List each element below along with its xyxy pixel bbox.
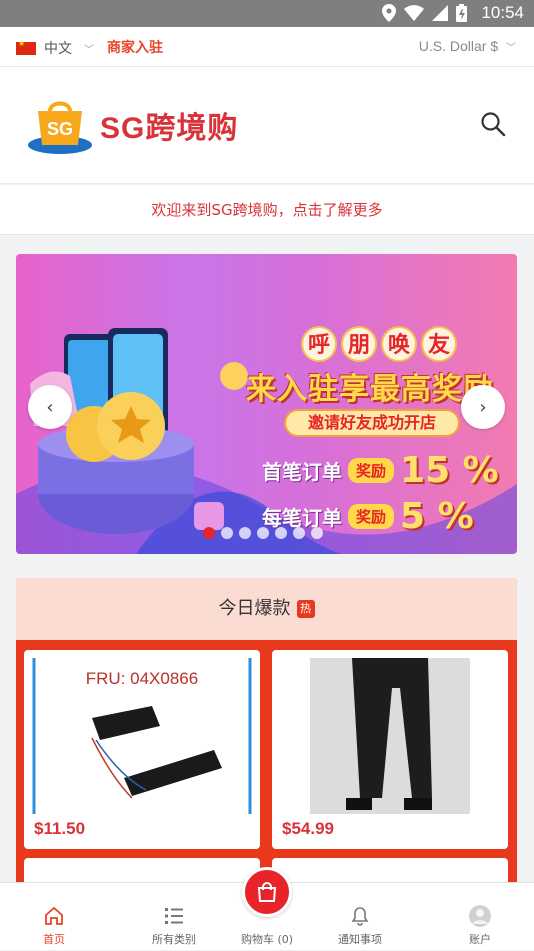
banner-title-circles: 呼 朋 唤 友 [301,326,457,362]
currency-label: U.S. Dollar $ [418,38,499,54]
home-icon [45,906,63,925]
avatar-icon [469,905,491,927]
carousel-dot[interactable] [257,527,269,539]
language-selector[interactable]: 中文 ﹀ [16,38,94,58]
status-icons: 10:54 [382,3,524,23]
carousel-dot[interactable] [221,527,233,539]
top-bar: 中文 ﹀ 商家入驻 U.S. Dollar $ ﹀ [0,27,534,67]
chevron-down-icon: ﹀ [506,43,516,54]
product-price: $54.99 [282,819,334,838]
carousel-next-button[interactable]: › [461,385,505,429]
hot-section-title: 今日爆款 [218,598,291,619]
language-label: 中文 [44,41,72,57]
banner-title-char: 友 [421,326,457,362]
product-image: FRU: 04X0866 [32,658,252,814]
welcome-banner-link[interactable]: 欢迎来到SG跨境购，点击了解更多 [0,185,534,235]
banner-reward-row-1: 首笔订单 奖励 15 % [262,450,499,491]
chevron-left-icon: ‹ [46,396,54,418]
carousel-prev-button[interactable]: ‹ [28,385,72,429]
banner-row-percent: 15 % [400,450,499,491]
carousel-dots [203,527,323,539]
hot-badge: 热 [296,600,315,618]
hot-section-header: 今日爆款热 [16,578,517,640]
nav-account[interactable]: 账户 [440,883,520,951]
product-card[interactable]: FRU: 04X0866 $11.50 [24,650,260,849]
nav-notifications[interactable]: 通知事项 [320,883,400,951]
banner-pill: 邀请好友成功开店 [284,409,460,437]
banner-title-char: 呼 [301,326,337,362]
site-logo[interactable]: SG SG跨境购 [26,95,238,155]
nav-label: 购物车 (0) [240,933,294,946]
clock: 10:54 [481,3,524,22]
cart-button[interactable] [242,867,292,917]
nav-label: 所有类别 [152,933,196,946]
banner-row-tag: 奖励 [348,458,395,483]
product-price: $11.50 [34,819,86,838]
merchant-join-link[interactable]: 商家入驻 [107,37,163,57]
site-header: SG SG跨境购 [0,67,534,184]
banner-title-char: 朋 [341,326,377,362]
chevron-right-icon: › [479,396,487,418]
search-icon[interactable] [480,111,506,137]
location-icon [382,4,397,22]
wifi-icon [404,5,425,21]
shopping-bag-logo-icon: SG [26,95,94,155]
hot-products-section: 今日爆款热 FRU: 04X0866 $11.50 $54.99 [16,578,517,898]
carousel-dot[interactable] [203,527,215,539]
carousel-dot[interactable] [275,527,287,539]
product-card[interactable]: $54.99 [272,650,508,849]
signal-icon [432,5,449,21]
logo-text: SG跨境购 [100,112,239,145]
nav-label: 账户 [469,933,491,946]
carousel-dot[interactable] [293,527,305,539]
product-image [280,658,500,814]
bell-icon [351,907,369,926]
list-icon [165,908,183,924]
battery-icon [456,4,468,22]
product-image-caption: FRU: 04X0866 [86,669,198,688]
logo-badge-text: SG [47,119,73,139]
shopping-bag-icon [257,882,277,902]
banner-headline: 来入驻享最高奖励 [246,372,494,407]
nav-label: 首页 [43,933,65,946]
banner-row-label: 首笔订单 [262,460,342,484]
banner-row-tag: 奖励 [348,504,395,529]
carousel-dot[interactable] [239,527,251,539]
nav-categories[interactable]: 所有类别 [134,883,214,951]
banner-title-char: 唤 [381,326,417,362]
chevron-down-icon: ﹀ [84,44,94,56]
bottom-navigation: 首页 所有类别 购物车 (0) 通知事项 账户 [0,867,534,951]
banner-row-percent: 5 % [400,496,474,537]
promo-carousel[interactable]: 呼 朋 唤 友 来入驻享最高奖励 邀请好友成功开店 首笔订单 奖励 15 % 每… [16,254,517,554]
carousel-dot[interactable] [311,527,323,539]
nav-label: 通知事项 [338,933,382,946]
currency-selector[interactable]: U.S. Dollar $ ﹀ [419,38,516,54]
china-flag-icon [16,39,36,55]
status-bar: 10:54 [0,0,534,27]
nav-home[interactable]: 首页 [14,883,94,951]
